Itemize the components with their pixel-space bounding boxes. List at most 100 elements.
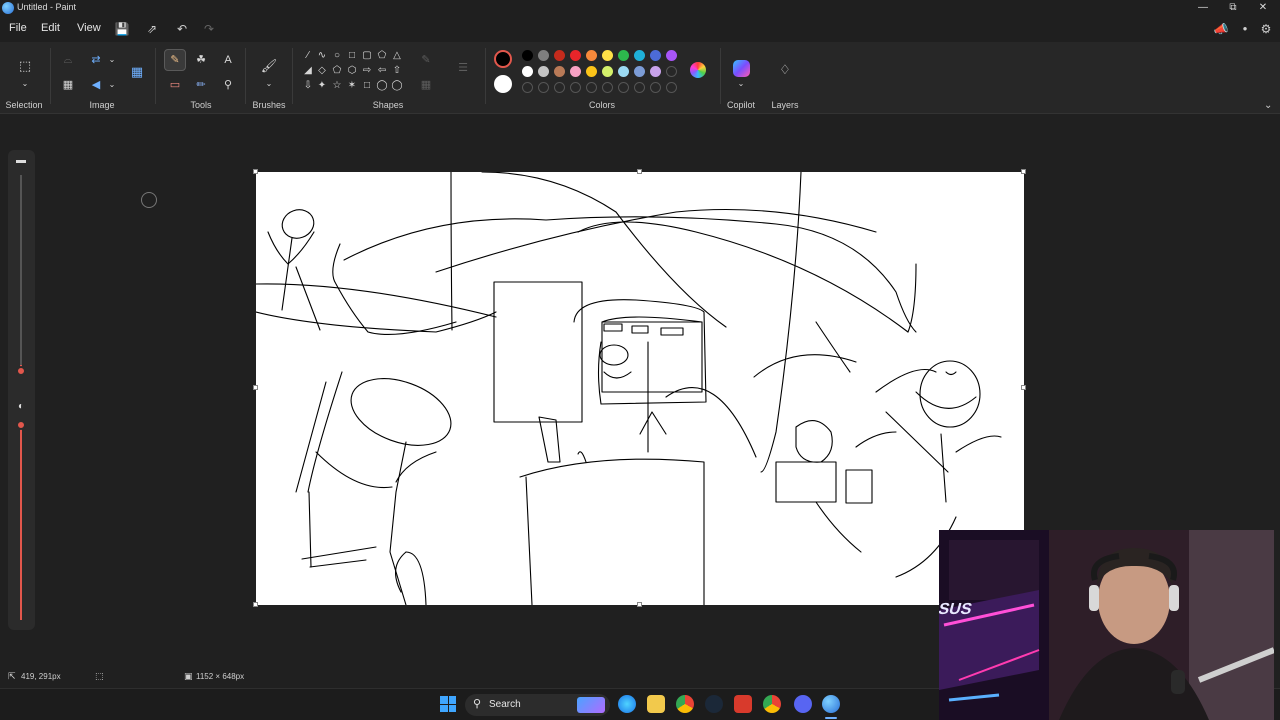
- polygon-shape-icon[interactable]: ⬠: [375, 49, 389, 63]
- color-swatch[interactable]: [522, 66, 533, 77]
- fill-bucket-icon[interactable]: ☘: [193, 52, 209, 68]
- right-arrow-shape-icon[interactable]: ⇨: [360, 64, 374, 78]
- discord-icon[interactable]: [794, 695, 812, 713]
- left-arrow-shape-icon[interactable]: ⇦: [375, 64, 389, 78]
- diamond-shape-icon[interactable]: ◇: [315, 64, 329, 78]
- custom-color-slot[interactable]: [538, 82, 549, 93]
- color-swatch[interactable]: [634, 50, 645, 61]
- brush-size-slider-knob[interactable]: [16, 366, 26, 376]
- account-icon[interactable]: ●: [1236, 20, 1254, 38]
- magnifier-icon[interactable]: ⚲: [220, 77, 236, 93]
- copilot-dropdown-icon[interactable]: ⌄: [733, 76, 749, 92]
- color-swatch[interactable]: [602, 50, 613, 61]
- color-swatch[interactable]: [602, 66, 613, 77]
- down-arrow-shape-icon[interactable]: ⇩: [301, 79, 315, 93]
- custom-color-slot[interactable]: [570, 82, 581, 93]
- chrome-icon[interactable]: [676, 695, 694, 713]
- brushes-dropdown-icon[interactable]: ⌄: [261, 76, 277, 92]
- curve-shape-icon[interactable]: ∿: [315, 49, 329, 63]
- color-swatch[interactable]: [522, 50, 533, 61]
- custom-color-slot[interactable]: [650, 82, 661, 93]
- callout-rectangle-shape-icon[interactable]: □: [360, 79, 374, 93]
- resize-handle[interactable]: [1021, 169, 1026, 174]
- line-shape-icon[interactable]: ∕: [301, 49, 315, 63]
- redo-icon[interactable]: ↷: [200, 20, 218, 38]
- windows-start-icon[interactable]: [440, 696, 456, 712]
- paint-taskbar-icon[interactable]: [822, 695, 840, 713]
- resize-dropdown-icon[interactable]: ⌄: [104, 52, 120, 68]
- security-shield-icon[interactable]: [734, 695, 752, 713]
- color-swatch[interactable]: [650, 50, 661, 61]
- color-swatch[interactable]: [570, 66, 581, 77]
- resize-handle[interactable]: [1021, 385, 1026, 390]
- resize-handle[interactable]: [637, 602, 642, 607]
- shape-fill-icon[interactable]: ▦: [418, 77, 434, 93]
- opacity-slider-knob[interactable]: [16, 420, 26, 430]
- custom-color-slot[interactable]: [586, 82, 597, 93]
- color-swatch[interactable]: [634, 66, 645, 77]
- callout-cloud-shape-icon[interactable]: ◯: [390, 79, 404, 93]
- pencil-icon[interactable]: ✎: [167, 52, 183, 68]
- edge-browser-icon[interactable]: [618, 695, 636, 713]
- drawing-canvas[interactable]: [253, 169, 1026, 607]
- taskbar-search-box[interactable]: ⚲ Search: [465, 694, 610, 716]
- shape-size-icon[interactable]: ☰: [455, 60, 471, 76]
- custom-color-slot[interactable]: [554, 82, 565, 93]
- layers-icon[interactable]: ♢: [775, 60, 795, 80]
- custom-color-slot[interactable]: [618, 82, 629, 93]
- menu-edit[interactable]: Edit: [41, 22, 60, 34]
- shape-outline-icon[interactable]: ✎: [418, 52, 434, 68]
- pentagon-shape-icon[interactable]: ⬠: [330, 64, 344, 78]
- flip-icon[interactable]: ◀: [88, 77, 104, 93]
- custom-color-slot[interactable]: [666, 66, 677, 77]
- edit-colors-icon[interactable]: [690, 62, 706, 78]
- brush-icon[interactable]: 🖌: [259, 56, 279, 76]
- four-point-star-shape-icon[interactable]: ✦: [315, 79, 329, 93]
- resize-handle[interactable]: [253, 602, 258, 607]
- selection-dropdown-chevron-icon[interactable]: ⌄: [17, 76, 33, 92]
- chrome-profile-icon[interactable]: [763, 695, 781, 713]
- custom-color-slot[interactable]: [666, 82, 677, 93]
- resize-handle[interactable]: [637, 169, 642, 174]
- menu-file[interactable]: File: [9, 22, 27, 34]
- menu-view[interactable]: View: [77, 22, 101, 34]
- share-icon[interactable]: ⇗: [143, 20, 161, 38]
- custom-color-slot[interactable]: [602, 82, 613, 93]
- color-swatch[interactable]: [538, 50, 549, 61]
- color-swatch[interactable]: [586, 50, 597, 61]
- flip-dropdown-icon[interactable]: ⌄: [104, 77, 120, 93]
- color-swatch[interactable]: [618, 66, 629, 77]
- close-icon[interactable]: ✕: [1248, 0, 1278, 16]
- crop-icon[interactable]: ⌓: [60, 52, 76, 68]
- triangle-shape-icon[interactable]: △: [390, 49, 404, 63]
- save-icon[interactable]: 💾: [113, 20, 131, 38]
- selection-rectangle-icon[interactable]: ⬚: [15, 56, 35, 76]
- color-swatch[interactable]: [586, 66, 597, 77]
- color-swatch[interactable]: [554, 66, 565, 77]
- brush-size-track[interactable]: [20, 175, 22, 370]
- five-point-star-shape-icon[interactable]: ☆: [330, 79, 344, 93]
- right-triangle-shape-icon[interactable]: ◢: [301, 64, 315, 78]
- color-swatch[interactable]: [570, 50, 581, 61]
- color-swatch[interactable]: [554, 50, 565, 61]
- color-swatch[interactable]: [666, 50, 677, 61]
- up-arrow-shape-icon[interactable]: ⇧: [390, 64, 404, 78]
- image-select-icon[interactable]: ▦: [127, 62, 147, 82]
- background-removal-icon[interactable]: ▦: [60, 77, 76, 93]
- copilot-icon[interactable]: [733, 60, 750, 77]
- oval-shape-icon[interactable]: ○: [330, 49, 344, 63]
- resize-handle[interactable]: [253, 385, 258, 390]
- color-picker-icon[interactable]: ✏: [193, 77, 209, 93]
- settings-gear-icon[interactable]: ⚙: [1257, 20, 1275, 38]
- file-explorer-icon[interactable]: [647, 695, 665, 713]
- rectangle-shape-icon[interactable]: □: [345, 49, 359, 63]
- color-swatch[interactable]: [650, 66, 661, 77]
- undo-icon[interactable]: ↶: [173, 20, 191, 38]
- color-swatch[interactable]: [538, 66, 549, 77]
- secondary-color-swatch[interactable]: [494, 75, 512, 93]
- resize-icon[interactable]: ⇄: [88, 52, 104, 68]
- steam-icon[interactable]: [705, 695, 723, 713]
- callout-oval-shape-icon[interactable]: ◯: [375, 79, 389, 93]
- text-icon[interactable]: A: [220, 52, 236, 68]
- eraser-icon[interactable]: ▭: [167, 77, 183, 93]
